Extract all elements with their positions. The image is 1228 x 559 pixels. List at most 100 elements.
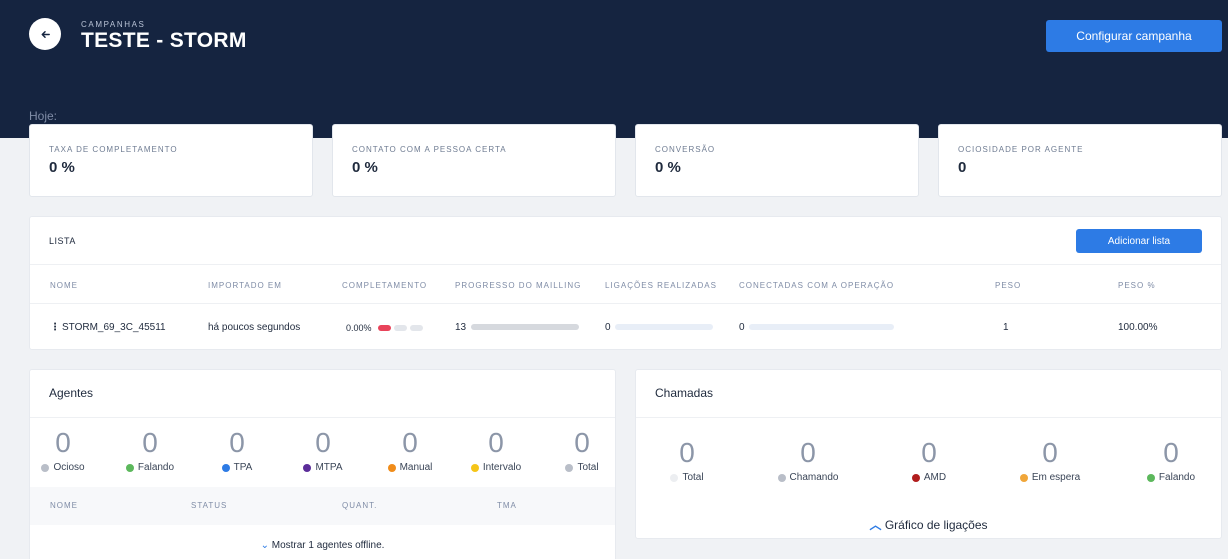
stat-value: 0 (55, 427, 71, 458)
kpi-value: 0 (958, 159, 967, 176)
connected-bar (749, 324, 894, 330)
divider (636, 417, 1221, 418)
stat-tpa: 0 TPA (197, 428, 277, 473)
show-offline-agents-link[interactable]: ⌄ Mostrar 1 agentes offline. (30, 540, 615, 551)
kpi-label: CONVERSÃO (655, 145, 716, 154)
add-list-button[interactable]: Adicionar lista (1076, 229, 1202, 253)
stat-label: TPA (233, 462, 253, 473)
stat-label: AMD (923, 472, 947, 483)
stat-caption: AMD (889, 472, 969, 483)
stat-em-espera: 0 Em espera (1010, 438, 1090, 483)
table-row: ⋮ STORM_69_3C_45511 há poucos segundos 0… (30, 305, 1221, 349)
calls-bar (615, 324, 713, 330)
stat-label: Chamando (789, 472, 839, 483)
offline-link-label: Mostrar 1 agentes offline. (271, 540, 385, 551)
stat-caption: Chamando (768, 472, 848, 483)
status-dot-icon (1019, 473, 1028, 482)
agents-table-header: NOME STATUS QUANT. TMA (30, 487, 615, 525)
stat-chamando: 0 Chamando (768, 438, 848, 483)
chevron-up-icon: ︿ (869, 518, 882, 532)
chamadas-card: Chamadas 0 Total 0 Chamando 0 AMD 0 Em espera 0 F… (635, 369, 1222, 539)
agentes-card: Agentes 0 Ocioso 0 Falando 0 TPA 0 MTPA 0 Manual 0… (29, 369, 616, 559)
divider (30, 417, 615, 418)
stat-value: 0 (1042, 437, 1058, 468)
stat-caption: TPA (197, 462, 277, 473)
stat-total: 0 Total (647, 438, 727, 483)
configure-campaign-button[interactable]: Configurar campanha (1046, 20, 1222, 52)
kpi-label: TAXA DE COMPLETAMENTO (49, 145, 178, 154)
column-header: TMA (497, 501, 517, 510)
status-dot-icon (387, 463, 396, 472)
stat-caption: Total (647, 472, 727, 483)
status-dot-icon (777, 473, 786, 482)
lista-title: LISTA (49, 236, 76, 246)
row-menu-icon[interactable]: ⋮ (50, 322, 60, 333)
stat-caption: Falando (1131, 472, 1211, 483)
calls-graph-toggle[interactable]: ︿ Gráfico de ligações (636, 516, 1221, 533)
kpi-right-party-contact: CONTATO COM A PESSOA CERTA 0 % (332, 124, 616, 197)
completion-value: 0.00% (346, 323, 372, 333)
stat-total: 0 Total (542, 428, 622, 473)
today-label: Hoje: (29, 109, 58, 123)
stat-value: 0 (574, 427, 590, 458)
status-dot-icon (911, 473, 920, 482)
stat-label: Total (682, 472, 704, 483)
column-header: NOME (50, 281, 78, 290)
stat-caption: Total (542, 462, 622, 473)
column-header: STATUS (191, 501, 228, 510)
status-dot-icon (565, 463, 574, 472)
stat-label: Total (577, 462, 599, 473)
agentes-title: Agentes (49, 386, 94, 400)
stat-label: Falando (137, 462, 175, 473)
status-dot-icon (221, 463, 230, 472)
stat-value: 0 (488, 427, 504, 458)
completion-pill (410, 325, 423, 331)
stat-manual: 0 Manual (370, 428, 450, 473)
graph-link-label: Gráfico de ligações (884, 518, 988, 532)
connected-value: 0 (739, 322, 745, 333)
kpi-value: 0 % (352, 159, 378, 176)
kpi-label: OCIOSIDADE POR AGENTE (958, 145, 1084, 154)
list-name: STORM_69_3C_45511 (62, 322, 166, 333)
stat-label: Ocioso (53, 462, 85, 473)
chevron-down-icon: ⌄ (260, 540, 269, 551)
kpi-value: 0 % (49, 159, 75, 176)
stat-ocioso: 0 Ocioso (23, 428, 103, 473)
stat-value: 0 (402, 427, 418, 458)
kpi-completion-rate: TAXA DE COMPLETAMENTO 0 % (29, 124, 313, 197)
stat-intervalo: 0 Intervalo (456, 428, 536, 473)
breadcrumb: CAMPANHAS (81, 20, 146, 29)
status-dot-icon (1146, 473, 1155, 482)
calls-value: 0 (605, 322, 611, 333)
stat-caption: Manual (370, 462, 450, 473)
kpi-label: CONTATO COM A PESSOA CERTA (352, 145, 507, 154)
kpi-value: 0 % (655, 159, 681, 176)
lista-card: LISTA Adicionar lista NOME IMPORTADO EM … (29, 216, 1222, 350)
column-header: PESO (995, 281, 1022, 290)
stat-falando: 0 Falando (1131, 438, 1211, 483)
stat-caption: Ocioso (23, 462, 103, 473)
status-dot-icon (670, 473, 679, 482)
status-dot-icon (41, 463, 50, 472)
stat-value: 0 (679, 437, 695, 468)
column-header: LIGAÇÕES REALIZADAS (605, 281, 717, 290)
column-header: COMPLETAMENTO (342, 281, 428, 290)
completion-pill (394, 325, 407, 331)
campaign-header: CAMPANHAS TESTE - STORM Configurar campa… (0, 0, 1228, 138)
stat-falando: 0 Falando (110, 428, 190, 473)
stat-value: 0 (800, 437, 816, 468)
stat-caption: Intervalo (456, 462, 536, 473)
back-button[interactable] (29, 18, 61, 50)
stat-label: Manual (399, 462, 433, 473)
stat-value: 0 (229, 427, 245, 458)
kpi-idle-per-agent: OCIOSIDADE POR AGENTE 0 (938, 124, 1222, 197)
progress-value: 13 (455, 322, 467, 333)
page-title: TESTE - STORM (81, 29, 247, 52)
column-header: PESO % (1118, 281, 1156, 290)
progress-bar (471, 324, 579, 330)
status-dot-icon (125, 463, 134, 472)
stat-label: MTPA (315, 462, 343, 473)
kpi-conversion: CONVERSÃO 0 % (635, 124, 919, 197)
stat-label: Falando (1158, 472, 1196, 483)
column-header: PROGRESSO DO MAILLING (455, 281, 582, 290)
